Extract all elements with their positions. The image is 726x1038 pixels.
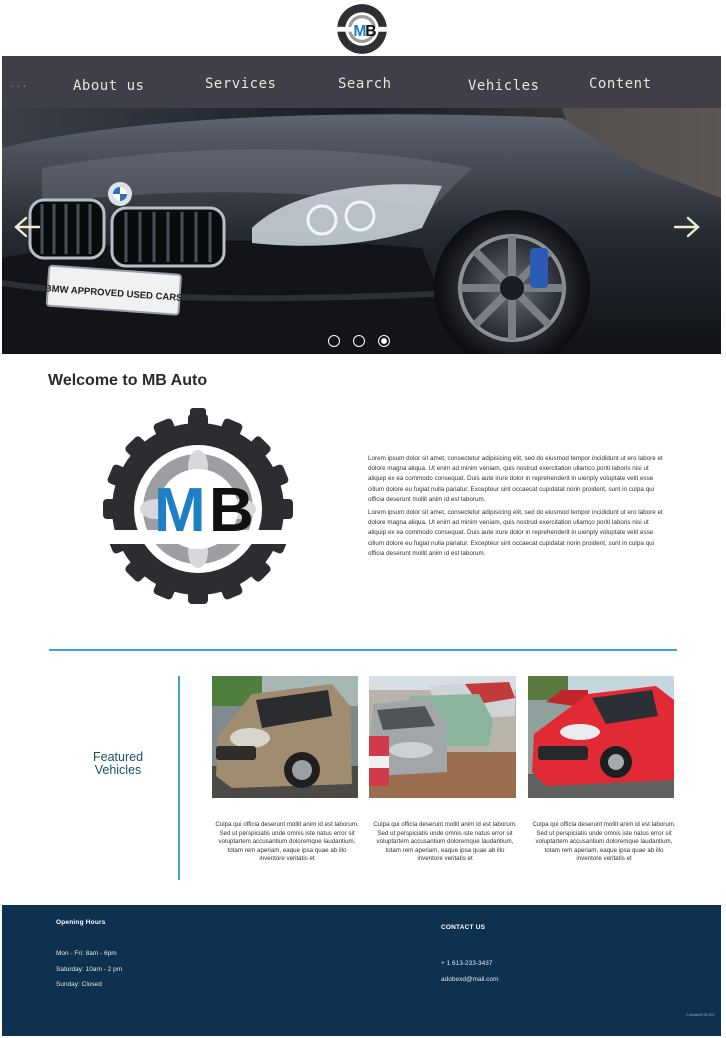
featured-vehicles-heading: Featured Vehicles xyxy=(74,751,162,777)
nav-item-vehicles[interactable]: Vehicles xyxy=(468,78,539,94)
nav-item-content[interactable]: Content xyxy=(589,76,652,92)
carousel-dot-3[interactable] xyxy=(378,335,390,347)
nav-item-search[interactable]: Search xyxy=(338,76,392,92)
hours-weekdays: Mon - Fri: 8am - 6pm xyxy=(56,950,117,957)
hero-carousel[interactable]: BMW APPROVED USED CARS xyxy=(2,108,721,354)
arrow-right-icon[interactable] xyxy=(672,212,702,242)
brand-logo[interactable]: M B xyxy=(334,2,390,56)
contact-phone[interactable]: + 1 613-233-3437 xyxy=(441,960,493,967)
hours-saturday: Saturday: 10am - 2 pm xyxy=(56,966,123,973)
svg-text:B: B xyxy=(365,23,376,40)
mb-auto-logo: M B xyxy=(102,408,294,610)
carousel-indicators xyxy=(328,335,390,347)
carousel-dot-1[interactable] xyxy=(328,335,340,347)
vehicle-image-3[interactable] xyxy=(528,676,674,798)
nav-dots: ... xyxy=(9,80,29,90)
welcome-title: Welcome to MB Auto xyxy=(48,372,208,389)
hours-sunday: Sunday: Closed xyxy=(56,981,102,988)
logo-letter-m: M xyxy=(353,23,366,40)
vehicle-caption-1: Culpa qui officia deserunt mollit anim i… xyxy=(215,821,359,863)
carousel-dot-2[interactable] xyxy=(353,335,365,347)
section-divider xyxy=(49,649,677,651)
arrow-left-icon[interactable] xyxy=(12,212,42,242)
copyright: © AdobeXD Kit 2017 xyxy=(686,1013,716,1017)
featured-label-line2: Vehicles xyxy=(94,763,142,777)
svg-text:B: B xyxy=(209,476,254,545)
vehicle-caption-3: Culpa qui officia deserunt mollit anim i… xyxy=(532,821,676,863)
nav-item-about-us[interactable]: About us xyxy=(73,78,144,94)
page: M B ... About us Services Search Vehicle… xyxy=(2,0,721,1036)
contact-title: CONTACT US xyxy=(441,924,486,931)
svg-text:M: M xyxy=(154,476,206,545)
main-nav: ... About us Services Search Vehicles Co… xyxy=(2,56,721,108)
contact-email[interactable]: adobexd@mail.com xyxy=(441,976,499,983)
welcome-paragraph-2: Lorem ipsum dolor sit amet, consectetur … xyxy=(368,509,663,557)
vehicle-image-2[interactable] xyxy=(369,676,516,798)
hero-car-image: BMW APPROVED USED CARS xyxy=(2,108,721,354)
featured-divider xyxy=(178,676,180,880)
vehicle-caption-2: Culpa qui officia deserunt mollit anim i… xyxy=(373,821,517,863)
footer: Opening Hours Mon - Fri: 8am - 6pm Satur… xyxy=(2,905,721,1036)
opening-hours-title: Opening Hours xyxy=(56,919,106,926)
welcome-paragraph-1: Lorem ipsum dolor sit amet, consectetur … xyxy=(368,455,663,503)
hero-grille xyxy=(28,198,226,268)
nav-item-services[interactable]: Services xyxy=(205,76,276,92)
logo-icon: M B xyxy=(335,4,389,54)
vehicle-image-1[interactable] xyxy=(212,676,358,798)
tire-logo-icon: M B xyxy=(102,408,294,604)
